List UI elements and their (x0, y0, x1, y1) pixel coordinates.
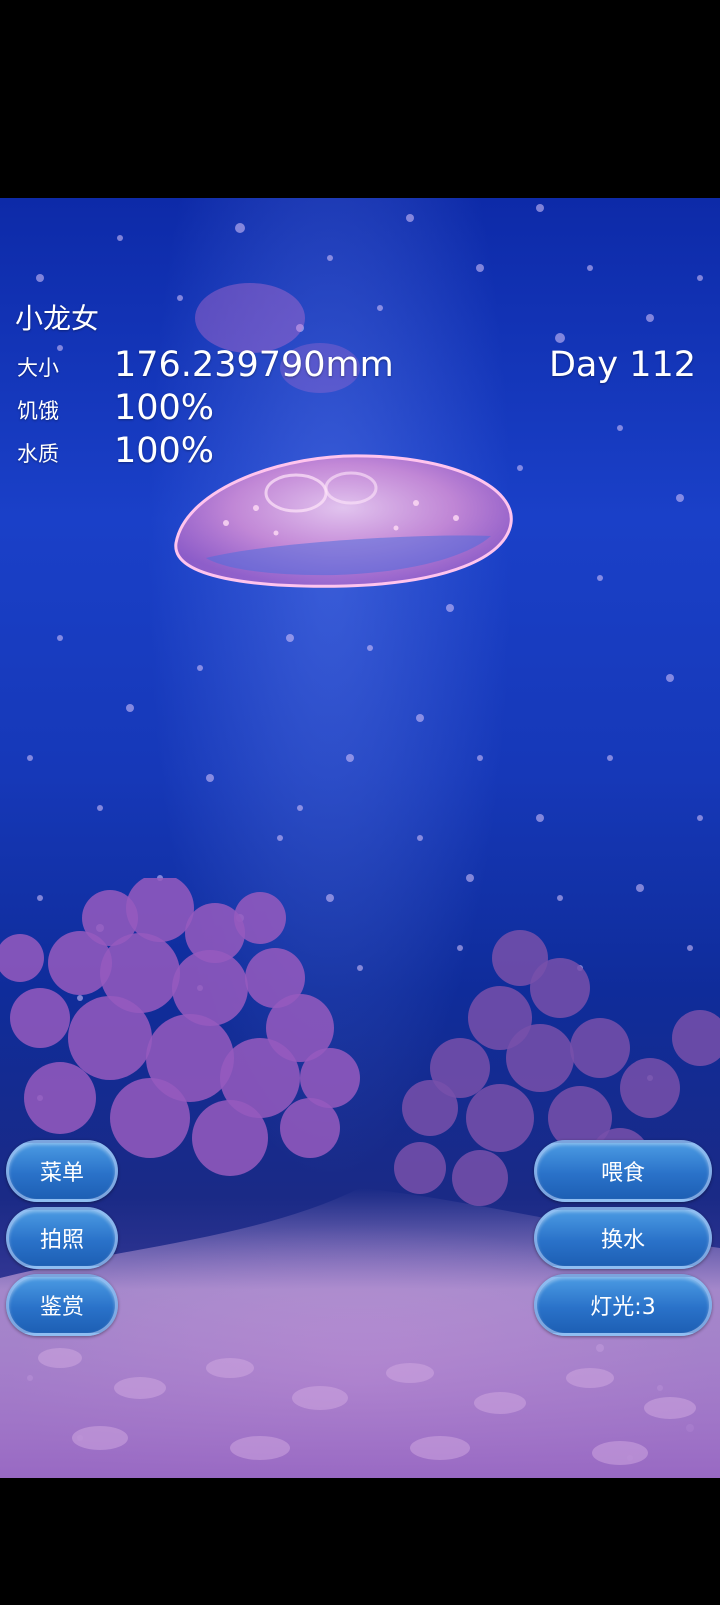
light-button[interactable]: 灯光:3 (534, 1274, 712, 1336)
day-counter: Day 112 (548, 345, 696, 385)
change-water-button[interactable]: 换水 (534, 1207, 712, 1269)
menu-button[interactable]: 菜单 (6, 1140, 118, 1202)
jellyfish[interactable] (166, 448, 526, 608)
appreciate-button[interactable]: 鉴赏 (6, 1274, 118, 1336)
size-value: 176.239790mm (114, 345, 394, 385)
hunger-value: 100% (114, 388, 215, 428)
water-quality-value: 100% (114, 431, 215, 471)
photo-button[interactable]: 拍照 (6, 1207, 118, 1269)
game-screen: 小龙女 大小 176.239790mm 饥饿 100% 水质 100% Day … (0, 0, 720, 1605)
hunger-label: 饥饿 (17, 399, 59, 423)
pet-name: 小龙女 (15, 302, 100, 335)
water-quality-label: 水质 (17, 442, 59, 466)
feed-button[interactable]: 喂食 (534, 1140, 712, 1202)
size-label: 大小 (17, 356, 59, 380)
